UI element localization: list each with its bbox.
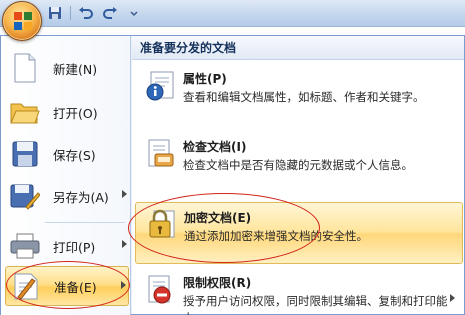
save-as-icon [9, 180, 41, 212]
save-icon [9, 138, 41, 170]
submenu-item-restrict-permission[interactable]: 限制权限(R) 授予用户访问权限，同时限制其编辑、复制和打印能力。 [135, 268, 463, 315]
prepare-submenu: 准备要分发的文档 属性(P) 查看和编辑文档属性，如标题、作者和关键字。 检查文… [132, 36, 464, 315]
menu-item-prepare[interactable]: 准备(E) [5, 266, 129, 306]
submenu-item-description: 授予用户访问权限，同时限制其编辑、复制和打印能力。 [183, 294, 448, 315]
submenu-item-title: 加密文档(E) [184, 211, 252, 225]
save-icon [49, 7, 61, 19]
new-document-icon [9, 52, 41, 84]
submenu-header: 准备要分发的文档 [132, 36, 464, 60]
redo-icon [103, 7, 117, 19]
qat-redo-button[interactable] [101, 4, 119, 22]
submenu-arrow-icon [121, 281, 126, 289]
submenu-item-description: 检查文档中是否有隐藏的元数据或个人信息。 [183, 158, 413, 172]
submenu-item-title: 限制权限(R) [183, 276, 252, 290]
restrict-permission-icon [148, 275, 171, 304]
submenu-arrow-icon [122, 240, 127, 248]
menu-item-save[interactable]: 保存(S) [5, 134, 129, 174]
prepare-icon [10, 270, 42, 302]
title-bar [0, 0, 465, 27]
menu-item-new[interactable]: 新建(N) [5, 48, 129, 88]
qat-undo-button[interactable] [77, 4, 95, 22]
menu-item-label: 新建(N) [53, 61, 98, 77]
submenu-item-title: 属性(P) [183, 72, 227, 86]
menu-item-open[interactable]: 打开(O) [5, 92, 129, 132]
submenu-item-inspect-document[interactable]: 检查文档(I) 检查文档中是否有隐藏的元数据或个人信息。 [135, 132, 463, 194]
menu-item-label: 另存为(A) [53, 189, 109, 205]
submenu-item-encrypt-document[interactable]: 加密文档(E) 通过添加加密来增强文档的安全性。 [135, 202, 463, 264]
open-folder-icon [9, 96, 41, 128]
print-icon [9, 230, 41, 262]
quick-access-toolbar [46, 4, 143, 22]
menu-item-label: 打开(O) [53, 105, 98, 121]
submenu-item-description: 查看和编辑文档属性，如标题、作者和关键字。 [183, 90, 425, 104]
office-logo-icon [14, 12, 32, 30]
command-list: 新建(N) 打开(O) 保存(S) 另存为(A) 打印(P) 准备(E) [1, 36, 131, 315]
properties-icon [146, 71, 174, 101]
menu-item-label: 准备(E) [54, 279, 97, 295]
office-button[interactable] [2, 1, 42, 41]
submenu-item-properties[interactable]: 属性(P) 查看和编辑文档属性，如标题、作者和关键字。 [135, 64, 463, 126]
qat-customize-button[interactable] [125, 4, 143, 22]
submenu-arrow-icon [122, 190, 127, 198]
encrypt-lock-icon [149, 209, 175, 238]
customize-dropdown-icon [130, 11, 138, 17]
qat-save-button[interactable] [46, 4, 64, 22]
menu-item-label: 打印(P) [53, 239, 96, 255]
submenu-item-description: 通过添加加密来增强文档的安全性。 [184, 229, 368, 243]
menu-separator [45, 222, 125, 223]
undo-icon [79, 7, 93, 19]
menu-item-label: 保存(S) [53, 147, 96, 163]
office-menu: 新建(N) 打开(O) 保存(S) 另存为(A) 打印(P) 准备(E) 准备要… [0, 35, 465, 315]
submenu-item-title: 检查文档(I) [183, 140, 247, 154]
submenu-arrow-icon [450, 294, 455, 302]
qat-separator [70, 6, 71, 20]
menu-item-print[interactable]: 打印(P) [5, 226, 129, 266]
inspect-document-icon [148, 139, 174, 167]
menu-item-save-as[interactable]: 另存为(A) [5, 176, 129, 216]
